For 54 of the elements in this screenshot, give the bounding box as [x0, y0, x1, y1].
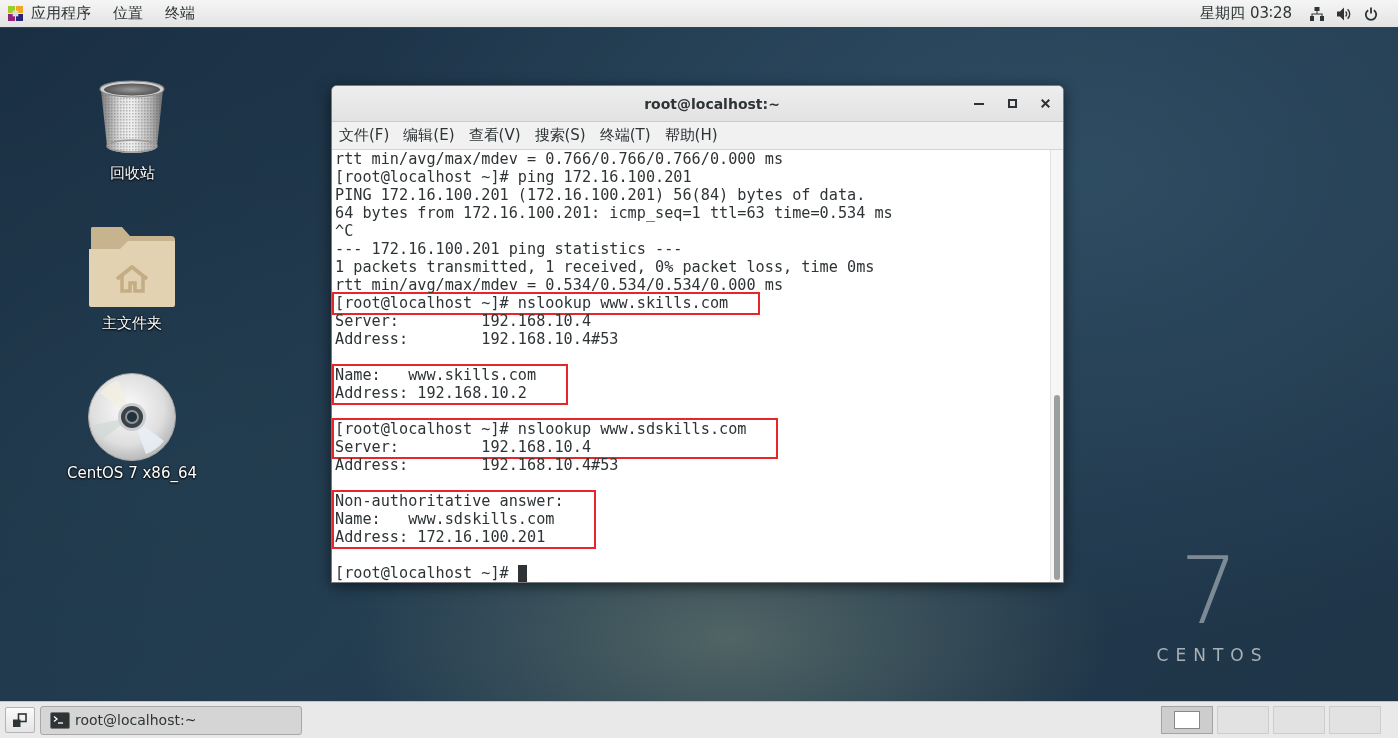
top-menu[interactable]: 位置: [102, 0, 154, 27]
desktop-icon-label[interactable]: CentOS 7 x86_64: [66, 464, 198, 482]
terminal-line: ^C: [335, 222, 354, 240]
terminal-line: Address: 172.16.100.201: [335, 528, 546, 546]
terminal-line: Server: 192.168.10.4: [335, 438, 592, 456]
menu-item[interactable]: 查看(V): [461, 122, 528, 149]
terminal-line: Non-authoritative answer:: [335, 492, 564, 510]
show-desktop-button[interactable]: [5, 707, 35, 733]
workspace-button[interactable]: [1161, 706, 1213, 734]
scrollbar-thumb[interactable]: [1054, 395, 1060, 580]
window-title: root@localhost:~: [643, 95, 781, 112]
pinwheel-icon: [8, 6, 23, 21]
menu-item[interactable]: 帮助(H): [657, 122, 725, 149]
terminal-line: PING 172.16.100.201 (172.16.100.201) 56(84) bytes of data.: [335, 186, 866, 204]
terminal-line: Address: 192.168.10.4#53: [335, 330, 619, 348]
network-icon: [1310, 6, 1324, 21]
trash-can-icon[interactable]: [99, 80, 165, 154]
terminal-line: --- 172.16.100.201 ping statistics ---: [335, 240, 683, 258]
volume-icon: [1337, 6, 1351, 21]
terminal-line: Name: www.sdskills.com: [335, 510, 555, 528]
desktop-icon-label[interactable]: 回收站: [109, 164, 155, 182]
maximize-icon: [1007, 99, 1017, 108]
system-menu-button[interactable]: [1310, 6, 1378, 21]
menu-item[interactable]: 终端(T): [592, 122, 658, 149]
terminal-line: [root@localhost ~]# ping 172.16.100.201: [335, 168, 692, 186]
terminal-line: 64 bytes from 172.16.100.201: icmp_seq=1 ttl=63 time=0.534 ms: [335, 204, 893, 222]
terminal-line: Address: 192.168.10.4#53: [335, 456, 619, 474]
home-folder-icon[interactable]: [89, 227, 175, 307]
terminal-line: [root@localhost ~]# nslookup www.skills.com: [335, 294, 729, 312]
close-icon: [1040, 99, 1050, 108]
power-icon: [1364, 6, 1378, 21]
terminal-line: Name: www.skills.com: [335, 366, 537, 384]
logo-numeral: 7: [1179, 546, 1239, 638]
disc-icon[interactable]: [88, 373, 176, 461]
terminal-line: rtt min/avg/max/mdev = 0.534/0.534/0.534/0.000 ms: [335, 276, 784, 294]
clock[interactable]: 星期四 03∶28: [1200, 4, 1292, 23]
terminal-line: [root@localhost ~]#: [335, 564, 509, 582]
task-button[interactable]: root@localhost:~: [40, 705, 302, 735]
windows-icon: [13, 713, 27, 727]
terminal-line: rtt min/avg/max/mdev = 0.766/0.766/0.766/0.000 ms: [335, 150, 784, 168]
minimize-icon: [974, 102, 984, 105]
menu-item[interactable]: 文件(F): [332, 122, 397, 149]
logo-wordmark: CENTOS: [1155, 645, 1269, 665]
desktop-icon-label[interactable]: 主文件夹: [102, 314, 162, 332]
terminal-line: [root@localhost ~]# nslookup www.sdskills.com: [335, 420, 747, 438]
terminal-line: Server: 192.168.10.4: [335, 312, 592, 330]
terminal-line: Address: 192.168.10.2: [335, 384, 528, 402]
terminal-line: 1 packets transmitted, 1 received, 0% packet loss, time 0ms: [335, 258, 875, 276]
window-preview-icon: [1174, 711, 1200, 729]
menu-item[interactable]: 编辑(E): [396, 122, 462, 149]
top-menu[interactable]: 终端: [154, 0, 206, 27]
top-menu[interactable]: 应用程序: [8, 0, 102, 27]
menu-item[interactable]: 搜索(S): [527, 122, 593, 149]
terminal-icon: [50, 711, 70, 729]
